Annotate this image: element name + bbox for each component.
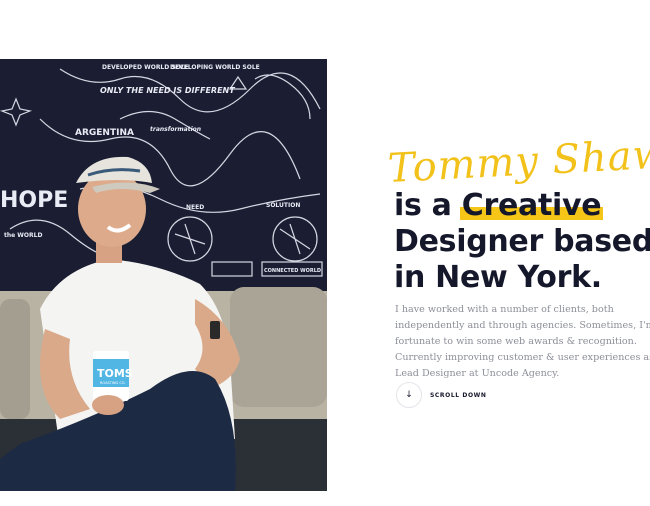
mural-text: ARGENTINA xyxy=(75,128,134,138)
hero-photo: DEVELOPED WORLD SOLE DEVELOPING WORLD SO… xyxy=(0,59,327,491)
scroll-down-button[interactable]: ↓ SCROLL DOWN xyxy=(396,382,487,408)
headline-highlight: Creative xyxy=(459,188,603,223)
mural-text: NEED xyxy=(186,204,204,211)
mural-text: ONLY THE NEED IS DIFFERENT xyxy=(100,86,235,95)
mural-text: the WORLD xyxy=(4,232,42,239)
mural-text: DEVELOPING WORLD SOLE xyxy=(170,64,260,71)
mural-text: SOLUTION xyxy=(266,202,300,209)
mural-text: transformation xyxy=(150,126,201,133)
headline-line2: Designer based xyxy=(394,224,650,259)
arrow-down-icon[interactable]: ↓ xyxy=(396,382,422,408)
mural-text: HOPE xyxy=(0,188,68,213)
cup-brand-label: TOMS xyxy=(97,367,133,380)
headline-line1-prefix: is a xyxy=(394,188,462,223)
scroll-down-label[interactable]: SCROLL DOWN xyxy=(430,392,487,399)
top-bar xyxy=(0,0,650,44)
headline-line3: in New York. xyxy=(394,260,602,295)
hero-headline: is a Creative Designer based in New York… xyxy=(394,188,650,296)
hero-bio: I have worked with a number of clients, … xyxy=(395,304,650,379)
mural-text: CONNECTED WORLD xyxy=(264,268,321,274)
cup-sub-label: ROASTING CO. xyxy=(100,381,126,385)
